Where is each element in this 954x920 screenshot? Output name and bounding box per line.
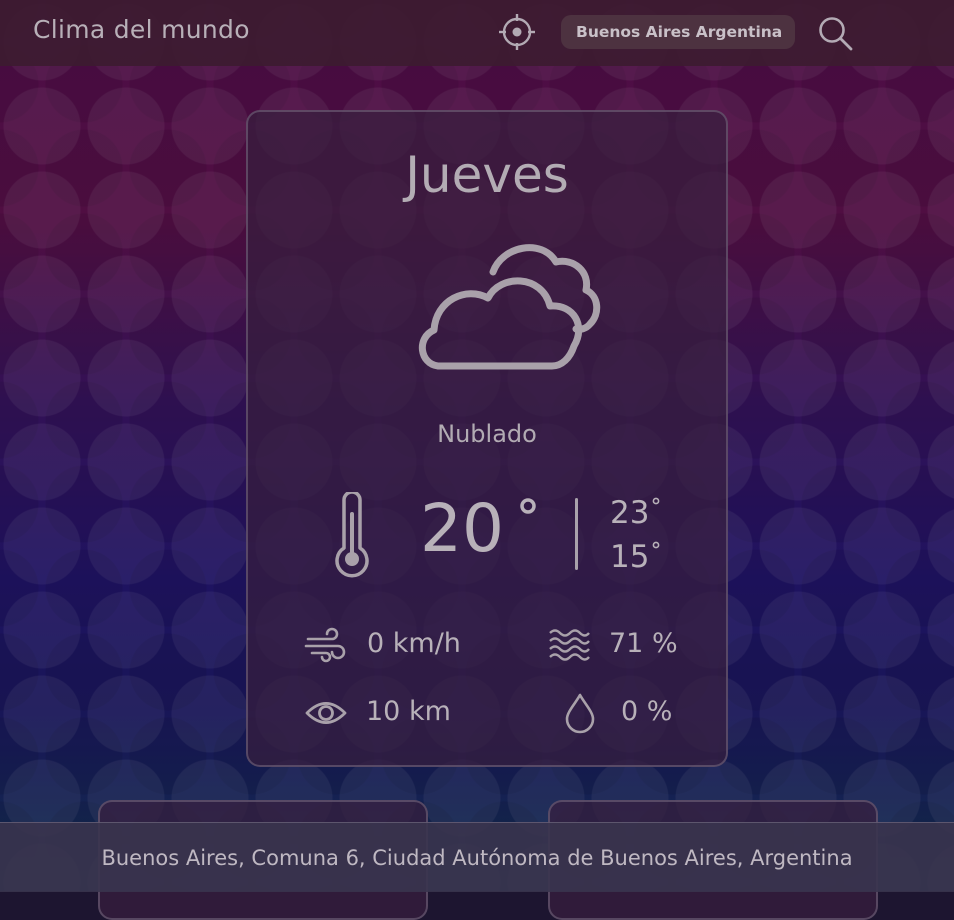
app-title: Clima del mundo [33,15,250,44]
degree-icon [652,497,660,505]
search-input[interactable] [561,15,795,49]
thermometer-icon [335,492,369,578]
precipitation-value: 0 % [621,696,673,727]
waves-icon [549,629,590,661]
visibility-value: 10 km [366,696,451,727]
location-footer: Buenos Aires, Comuna 6, Ciudad Autónoma … [0,822,954,892]
min-temperature: 15 [610,539,650,575]
eye-icon [305,702,347,724]
top-bar: Clima del mundo [0,0,954,66]
wind-icon [304,627,346,663]
droplet-icon [565,693,595,734]
search-icon [819,17,853,51]
max-temperature: 23 [610,495,650,531]
search-button[interactable] [816,14,856,54]
locate-button[interactable] [497,12,537,52]
wind-speed: 0 km/h [367,628,461,659]
day-label: Jueves [405,146,569,204]
cloudy-icon [418,244,601,370]
crosshair-icon [499,14,535,50]
humidity-value: 71 % [609,628,678,659]
degree-icon [520,498,536,514]
weather-card: Jueves Nublado 20 23 15 0 km/h 71 % 10 k… [246,110,728,767]
condition-label: Nublado [437,420,537,448]
location-label: Buenos Aires, Comuna 6, Ciudad Autónoma … [101,846,853,870]
current-temperature: 20 [420,490,504,567]
temperature-divider [575,498,578,570]
degree-icon [652,541,660,549]
